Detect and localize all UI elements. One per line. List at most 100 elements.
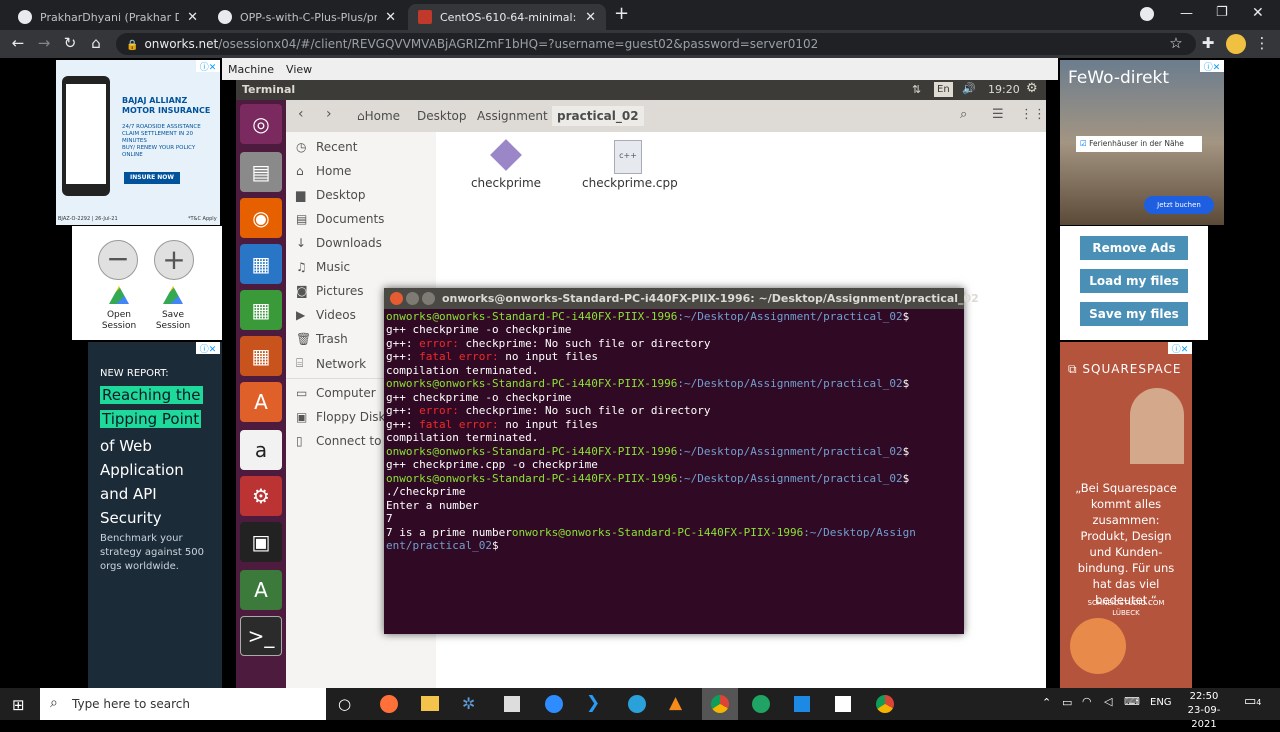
forward-icon[interactable]: › — [326, 106, 332, 122]
terminal-icon[interactable]: >_ — [240, 616, 282, 656]
save-files-button[interactable]: Save my files — [1080, 302, 1188, 326]
file-item[interactable]: checkprime — [470, 139, 542, 190]
store-icon[interactable] — [504, 696, 520, 712]
new-tab-button[interactable]: + — [614, 3, 629, 24]
url-field[interactable]: 🔒 onworks.net/osessionx04/#/client/REVGQV… — [116, 33, 1196, 55]
save-session-button[interactable]: Save Session — [154, 286, 192, 336]
globe-app-icon[interactable] — [752, 695, 770, 713]
back-arrow-icon[interactable]: ← — [8, 34, 28, 52]
maximize-icon[interactable] — [422, 292, 435, 305]
taskbar-search-input[interactable]: ⌕ Type here to search — [40, 688, 326, 720]
amazon-icon[interactable]: a — [240, 430, 282, 470]
grid-view-icon[interactable]: ⋮⋮ — [1020, 107, 1046, 122]
ubuntu-dash-icon[interactable]: ◎ — [240, 104, 282, 144]
back-icon[interactable]: ‹ — [298, 106, 304, 122]
search-icon[interactable]: ⌕ — [960, 107, 967, 122]
snip-icon[interactable]: ✲ — [462, 694, 475, 713]
telegram-icon[interactable] — [628, 695, 646, 713]
breadcrumb-desktop[interactable]: Desktop — [412, 106, 472, 126]
remove-ads-button[interactable]: Remove Ads — [1080, 236, 1188, 260]
maximize-icon[interactable]: ❐ — [1216, 5, 1228, 20]
home-icon[interactable]: ⌂ — [86, 34, 106, 52]
window-close-icon[interactable]: ✕ — [1252, 5, 1264, 21]
sidebar-item-music[interactable]: ♫ Music — [296, 260, 350, 274]
sidebar-item-downloads[interactable]: ↓ Downloads — [296, 236, 382, 250]
load-files-button[interactable]: Load my files — [1080, 269, 1188, 293]
calc-icon[interactable]: ▦ — [240, 290, 282, 330]
task-view-icon[interactable]: ○ — [338, 695, 351, 713]
sidebar-item-computer[interactable]: ▭ Computer — [296, 386, 376, 400]
menu-view[interactable]: View — [280, 63, 318, 76]
ad-web-security[interactable]: ⓘ✕ NEW REPORT: Reaching the Tipping Poin… — [88, 342, 222, 688]
keyboard-lang[interactable]: En — [934, 82, 953, 97]
star-icon[interactable]: ☆ — [1166, 34, 1186, 52]
windows-start-icon[interactable]: ⊞ — [12, 696, 25, 714]
avatar[interactable] — [1226, 34, 1246, 54]
vscode-icon[interactable]: ❯ — [586, 693, 600, 713]
breadcrumb-assignment[interactable]: Assignment — [472, 106, 553, 126]
disk-icon[interactable]: ▣ — [240, 522, 282, 562]
terminal-window[interactable]: onworks@onworks-Standard-PC-i440FX-PIIX-… — [384, 288, 979, 634]
sidebar-item-home[interactable]: ⌂ Home — [296, 164, 351, 178]
zoom-out-button[interactable]: − — [98, 240, 138, 280]
close-icon[interactable] — [390, 292, 403, 305]
panel-clock[interactable]: 19:20 — [988, 83, 1020, 96]
menu-machine[interactable]: Machine — [222, 63, 280, 76]
keyboard-icon[interactable]: ⌨ — [1124, 695, 1140, 708]
list-view-icon[interactable]: ☰ — [992, 107, 1004, 122]
chrome-icon[interactable] — [876, 695, 894, 713]
browser-tab[interactable]: PrakharDhyani (Prakhar Dhyani) ✕ — [8, 4, 208, 30]
breadcrumb-current[interactable]: practical_02 — [552, 106, 644, 126]
close-icon[interactable]: ✕ — [385, 10, 396, 25]
extensions-icon[interactable]: ✚ — [1198, 34, 1218, 52]
minimize-icon[interactable] — [406, 292, 419, 305]
zoom-in-button[interactable]: + — [154, 240, 194, 280]
menu-icon[interactable]: ⋮ — [1252, 34, 1272, 52]
adchoices-icon[interactable]: ⓘ✕ — [1168, 342, 1192, 355]
file-explorer-icon[interactable] — [421, 696, 439, 711]
battery-icon[interactable]: ▭ — [1062, 696, 1072, 709]
volume-icon[interactable]: ◁ — [1104, 695, 1112, 708]
sidebar-item-desktop[interactable]: ▆ Desktop — [296, 188, 366, 202]
file-item[interactable]: c++ checkprime.cpp — [582, 140, 678, 190]
ad-cta-button[interactable]: Jetzt buchen — [1144, 196, 1214, 214]
software-center-icon[interactable]: A — [240, 382, 282, 422]
system-settings-icon[interactable]: ⚙ — [240, 476, 282, 516]
settings-gear-icon[interactable]: ⚙ — [1026, 81, 1038, 96]
sidebar-item-floppy[interactable]: ▣ Floppy Disk — [296, 410, 386, 424]
tray-chevron-icon[interactable]: ⌃ — [1042, 696, 1051, 709]
browser-tab[interactable]: OPP-s-with-C-Plus-Plus/primeNu ✕ — [208, 4, 406, 30]
sidebar-item-pictures[interactable]: ◙ Pictures — [296, 284, 364, 298]
close-icon[interactable]: ✕ — [187, 10, 198, 25]
files-icon[interactable]: ▤ — [240, 152, 282, 192]
vlc-icon[interactable]: ▲ — [669, 693, 682, 713]
sidebar-item-recent[interactable]: ◷ Recent — [296, 140, 357, 154]
impress-icon[interactable]: ▦ — [240, 336, 282, 376]
adchoices-icon[interactable]: ⓘ✕ — [196, 60, 220, 73]
network-icon[interactable]: ⇅ — [912, 83, 921, 96]
ad-cta-button[interactable]: INSURE NOW — [124, 172, 180, 184]
firefox-icon[interactable]: ◉ — [240, 198, 282, 238]
firefox-taskbar-icon[interactable] — [380, 695, 398, 713]
sidebar-item-trash[interactable]: 🗑 Trash — [296, 332, 348, 346]
close-icon[interactable]: ✕ — [585, 10, 596, 25]
minimize-icon[interactable]: — — [1180, 6, 1193, 21]
app-icon[interactable] — [794, 696, 810, 712]
sidebar-item-documents[interactable]: ▤ Documents — [296, 212, 384, 226]
adchoices-icon[interactable]: ⓘ✕ — [196, 342, 220, 355]
forward-arrow-icon[interactable]: → — [34, 34, 54, 52]
writer-icon[interactable]: ▦ — [240, 244, 282, 284]
volume-icon[interactable]: 🔊 — [962, 82, 976, 95]
zoom-icon[interactable] — [545, 695, 563, 713]
open-session-button[interactable]: Open Session — [100, 286, 138, 336]
sidebar-item-videos[interactable]: ▶ Videos — [296, 308, 356, 322]
clock[interactable]: 22:50 23-09-2021 — [1180, 690, 1228, 732]
sidebar-item-network[interactable]: ⌸ Network — [296, 356, 366, 371]
reload-icon[interactable]: ↻ — [60, 34, 80, 52]
tab-search-icon[interactable] — [1140, 7, 1154, 21]
ad-checkbox[interactable]: ☑ Ferienhäuser in der Nähe — [1076, 136, 1202, 152]
breadcrumb-home[interactable]: ⌂Home — [352, 106, 405, 126]
browser-tab-active[interactable]: CentOS-610-64-minimal:2 (guest ✕ — [408, 4, 606, 30]
updater-icon[interactable]: A — [240, 570, 282, 610]
notification-icon[interactable]: ▭4 — [1244, 694, 1261, 709]
